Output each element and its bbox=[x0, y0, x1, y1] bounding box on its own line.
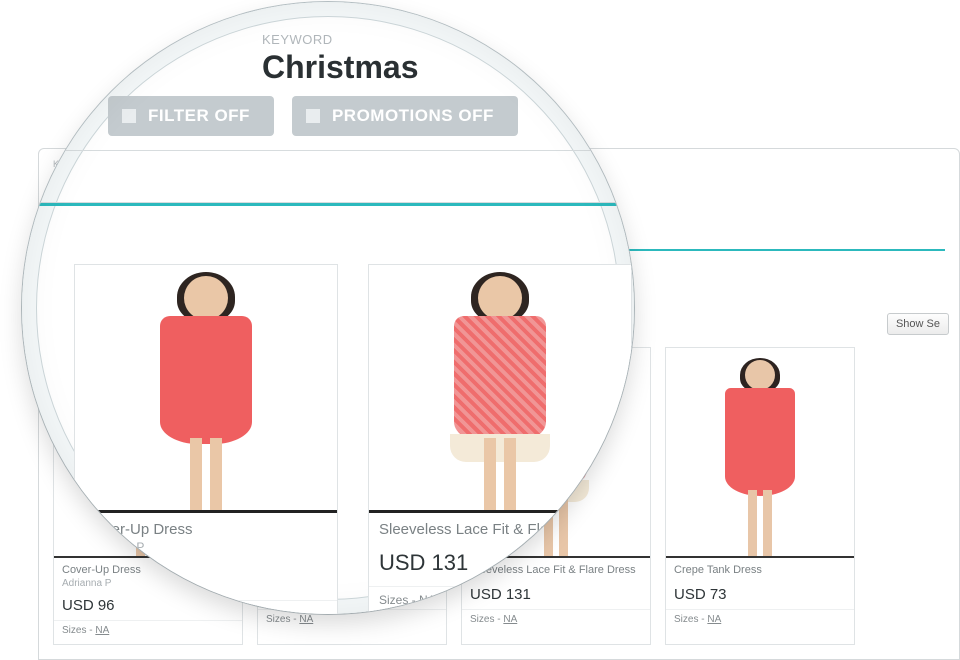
lens-product-row: Cover-Up Dress Adrianna P USD 96 Sizes -… bbox=[74, 264, 632, 614]
product-price: USD 96 bbox=[75, 558, 337, 600]
show-settings-button[interactable]: Show Se bbox=[887, 313, 949, 335]
product-brand: Adrianna P bbox=[75, 540, 337, 558]
blank-row bbox=[22, 151, 634, 203]
product-sizes: Sizes - NA bbox=[75, 600, 337, 614]
filter-toggle-label: FILTER OFF bbox=[148, 106, 250, 126]
product-price: USD 73 bbox=[666, 582, 854, 609]
product-card[interactable]: Crepe Tank Dress USD 73 Sizes - NA bbox=[665, 347, 855, 645]
checkbox-icon bbox=[306, 109, 320, 123]
product-title: Sleeveless Lace Fit & Flare bbox=[369, 513, 631, 540]
promotions-toggle-label: PROMOTIONS OFF bbox=[332, 106, 494, 126]
product-image bbox=[75, 265, 337, 513]
checkbox-icon bbox=[122, 109, 136, 123]
panel-tools: Show Se bbox=[887, 313, 949, 335]
promotions-toggle[interactable]: PROMOTIONS OFF bbox=[292, 96, 518, 136]
product-sizes: Sizes - NA bbox=[54, 620, 242, 644]
filter-toggle[interactable]: FILTER OFF bbox=[108, 96, 274, 136]
product-title: Cover-Up Dress bbox=[75, 513, 337, 540]
lens-header: KEYWORD Christmas bbox=[22, 2, 634, 86]
keyword-value: Christmas bbox=[262, 49, 554, 86]
keyword-label: KEYWORD bbox=[262, 32, 554, 47]
product-image bbox=[369, 265, 631, 513]
teal-divider bbox=[22, 203, 634, 206]
product-price: USD 131 bbox=[369, 544, 631, 586]
magnifier-lens: KEYWORD Christmas FILTER OFF PROMOTIONS … bbox=[22, 2, 634, 614]
product-image bbox=[666, 348, 854, 558]
product-sizes: Sizes - NA bbox=[666, 609, 854, 633]
product-sizes: Sizes - NA bbox=[369, 586, 631, 614]
product-card[interactable]: Cover-Up Dress Adrianna P USD 96 Sizes -… bbox=[74, 264, 338, 614]
product-title: Crepe Tank Dress bbox=[666, 558, 854, 578]
lens-toggle-row: FILTER OFF PROMOTIONS OFF bbox=[108, 96, 634, 136]
product-card[interactable]: Sleeveless Lace Fit & Flare USD 131 Size… bbox=[368, 264, 632, 614]
